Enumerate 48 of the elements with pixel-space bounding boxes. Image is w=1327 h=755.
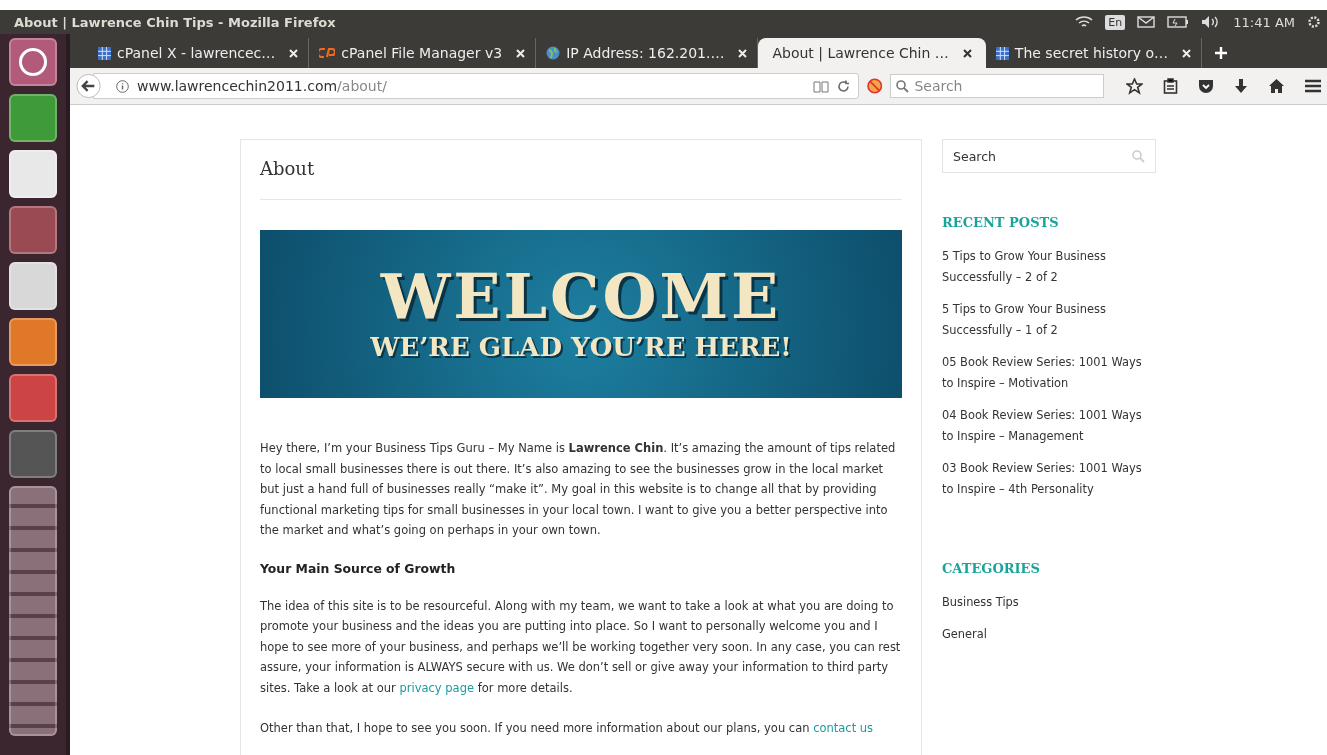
browser-search-field[interactable]: Search bbox=[890, 74, 1104, 98]
blocked-badge-icon[interactable] bbox=[866, 78, 883, 94]
body-paragraph: Hey there, I’m your Business Tips Guru – My Name is Lawrence Chin. It’s amazing the amount of tips related to local small businesses there is out there. It’s also amazing to see the businesses grow in the local market but just a hand full of businesses really “make it”. My goal in this website is to change all that by providing functional marketing tips for small businesses in your local town. I want to give you a better perspective into the market and what’s going on perhaps in your own town. bbox=[260, 440, 897, 539]
recent-post-link[interactable]: 03 Book Review Series: 1001 Ways to Inspire – 4th Personality bbox=[942, 458, 1156, 499]
widget-title: RECENT POSTS bbox=[942, 215, 1060, 230]
battery-icon[interactable] bbox=[1167, 16, 1190, 28]
clock[interactable]: 11:41 AM bbox=[1233, 14, 1295, 30]
recent-post-link[interactable]: 05 Book Review Series: 1001 Ways to Inspire – Motivation bbox=[942, 352, 1156, 393]
widget-title: CATEGORIES bbox=[942, 561, 1041, 576]
window-title: About | Lawrence Chin Tips - Mozilla Firefox bbox=[14, 14, 336, 30]
recent-post-link[interactable]: 5 Tips to Grow Your Business Successfully – 2 of 2 bbox=[942, 246, 1156, 287]
body-paragraph: The idea of this site is to be resourceful. Along with my team, we want to take a look at what you are doing to promote your business and the ideas you are putting into place. So I want to personally welcome you and I hope to see more of your business, and perhaps we’ll be working together very soon. In any case, you can rest assure, your information is ALWAYS secure with us. We don’t sell or give away your information to third party sites. Take a look at our privacy page for more details. bbox=[260, 597, 902, 697]
banner-headline: WELCOME bbox=[380, 266, 782, 328]
sidebar-search-field[interactable]: Search bbox=[942, 139, 1156, 173]
home-icon[interactable] bbox=[1268, 78, 1285, 94]
post-title: About bbox=[260, 158, 902, 200]
grid-icon bbox=[98, 46, 111, 60]
search-icon bbox=[1132, 149, 1145, 163]
address-bar[interactable]: www.lawrencechin2011.com/about/ bbox=[93, 73, 859, 99]
menu-icon[interactable] bbox=[1305, 79, 1321, 93]
app-launcher-icon[interactable] bbox=[9, 38, 57, 86]
category-link[interactable]: Business Tips bbox=[942, 592, 1156, 613]
recent-post-link[interactable]: 5 Tips to Grow Your Business Successfully – 1 of 2 bbox=[942, 299, 1156, 340]
wifi-icon[interactable] bbox=[1075, 15, 1094, 29]
recent-post-link[interactable]: 04 Book Review Series: 1001 Ways to Inspire – Management bbox=[942, 405, 1156, 446]
bookmark-star-icon[interactable] bbox=[1126, 77, 1143, 95]
body-paragraph: Other than that, I hope to see you soon. If you need more information about our plans, you can contact us bbox=[260, 720, 875, 737]
reload-icon[interactable] bbox=[836, 79, 850, 93]
pocket-icon[interactable] bbox=[1198, 78, 1214, 94]
globe-icon bbox=[546, 46, 561, 60]
cpanel-logo-icon bbox=[319, 47, 336, 59]
download-arrow-icon[interactable] bbox=[1234, 78, 1248, 94]
reader-view-icon[interactable] bbox=[812, 79, 829, 93]
category-link[interactable]: General bbox=[942, 623, 1156, 644]
browser-tab[interactable]: About | Lawrence Chin … bbox=[758, 38, 986, 68]
back-button-icon[interactable] bbox=[76, 73, 102, 99]
info-icon[interactable] bbox=[116, 79, 130, 93]
close-tab-icon[interactable] bbox=[962, 48, 972, 58]
app-launcher-icon[interactable] bbox=[9, 486, 57, 736]
banner-subline: WE’RE GLAD YOU’RE HERE! bbox=[370, 332, 792, 362]
power-gear-icon[interactable] bbox=[1307, 15, 1321, 29]
mail-icon[interactable] bbox=[1137, 16, 1156, 28]
grid-icon bbox=[995, 46, 1009, 60]
keyboard-layout-indicator[interactable]: En bbox=[1105, 14, 1126, 30]
clipboard-icon[interactable] bbox=[1163, 78, 1178, 94]
search-icon bbox=[896, 79, 910, 93]
section-heading: Your Main Source of Growth bbox=[260, 560, 457, 576]
new-tab-icon[interactable] bbox=[1214, 46, 1229, 60]
